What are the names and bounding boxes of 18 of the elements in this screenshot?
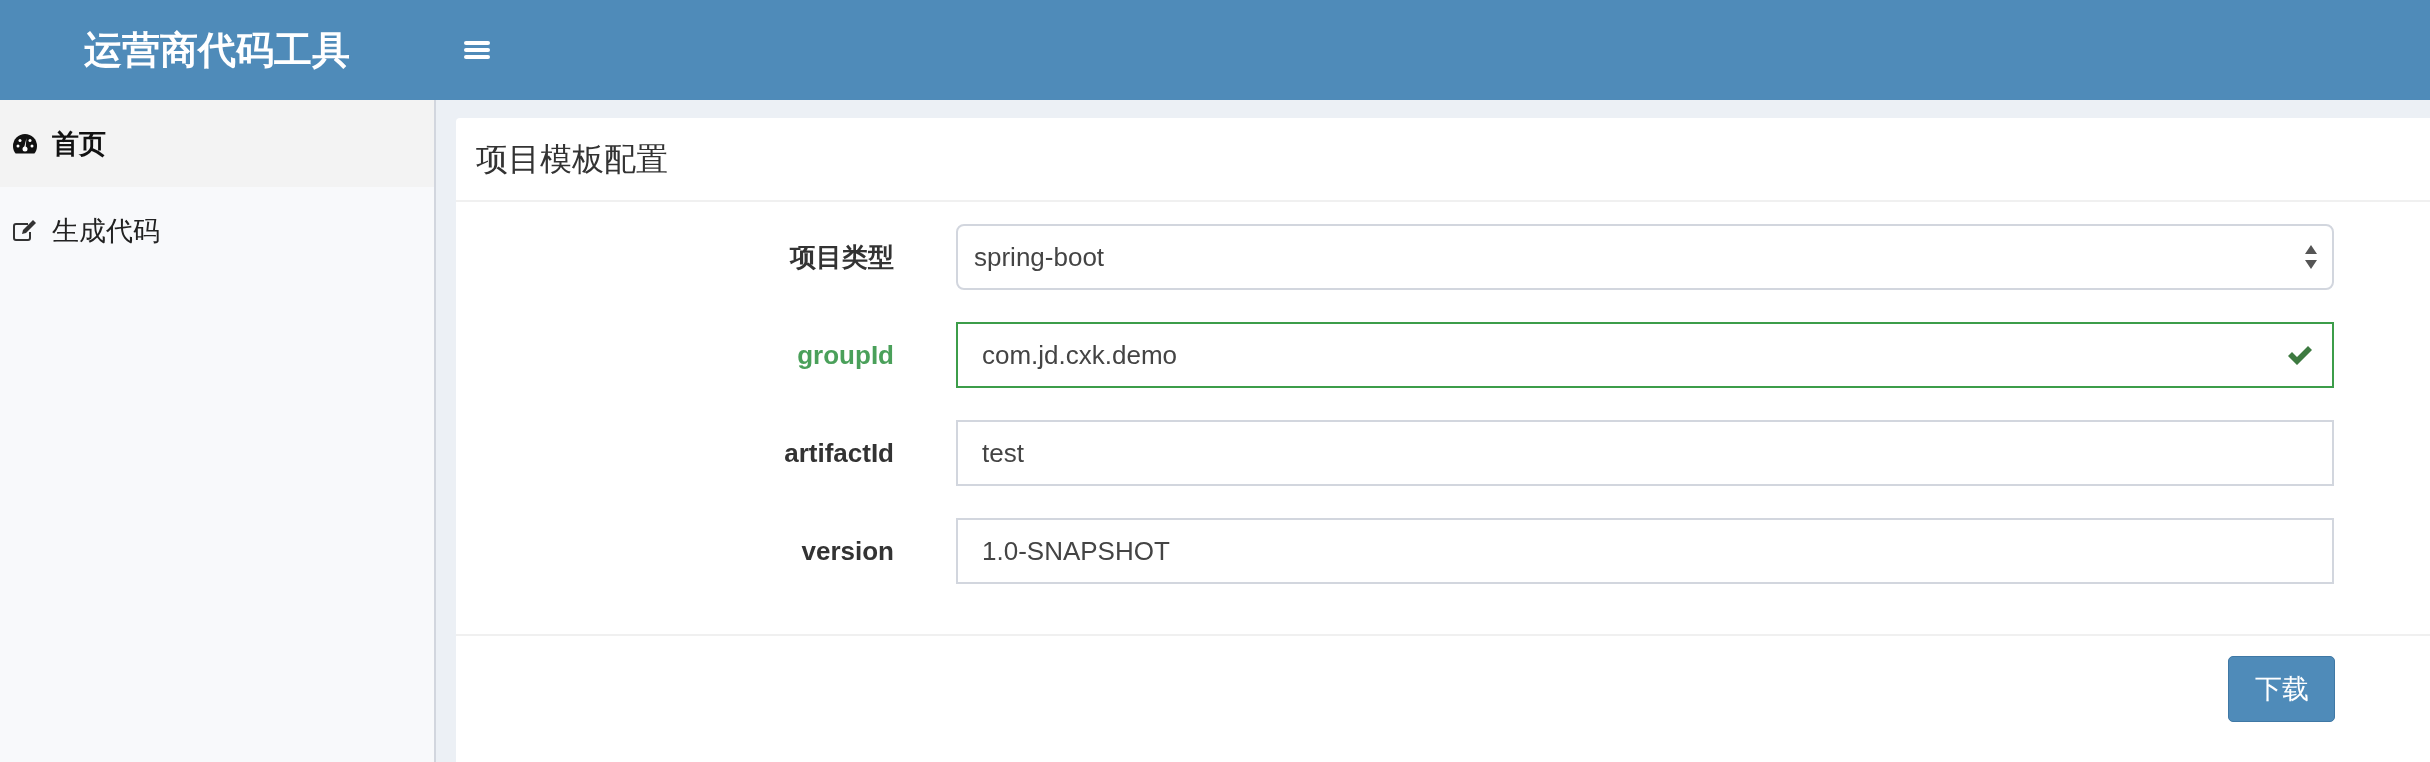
select-field[interactable]: spring-boot: [956, 224, 2334, 290]
download-button[interactable]: 下载: [2228, 656, 2335, 722]
input-field[interactable]: test: [956, 420, 2334, 486]
sort-arrows-icon: [2304, 244, 2318, 270]
app-title: 运营商代码工具: [83, 27, 351, 73]
field-label: artifactId: [783, 437, 894, 469]
gauge-icon: [12, 132, 38, 155]
checkmark-icon: [2286, 343, 2314, 367]
sidebar-item[interactable]: 首页: [0, 100, 434, 187]
sidebar-item[interactable]: 生成代码: [0, 187, 434, 274]
menu-icon: [464, 40, 490, 60]
input-field[interactable]: 1.0-SNAPSHOT: [956, 518, 2334, 584]
card-title: 项目模板配置: [456, 118, 2430, 202]
input-field[interactable]: com.jd.cxk.demo: [956, 322, 2334, 388]
field-label: 项目类型: [788, 240, 894, 274]
field-label: groupId: [796, 339, 894, 371]
field-label: version: [800, 535, 894, 567]
pencil-square-icon: [12, 219, 38, 242]
